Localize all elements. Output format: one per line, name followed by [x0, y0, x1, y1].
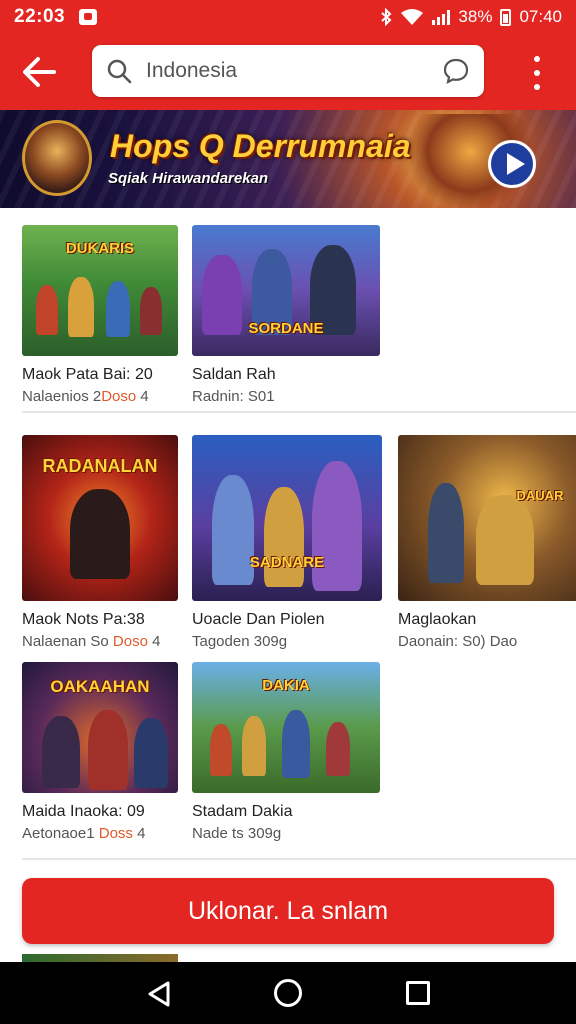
game-logo: SADNARE — [249, 555, 325, 570]
nav-back-icon[interactable] — [146, 980, 172, 1008]
game-logo: SORDANE — [248, 321, 324, 336]
battery-icon — [500, 8, 512, 26]
game-title: Maida Inaoka: 09 — [22, 803, 145, 820]
notification-icon — [79, 9, 98, 25]
game-meta: Radnin: S01 — [192, 388, 275, 405]
game-title: Maok Nots Pa:38 — [22, 611, 145, 628]
game-meta: Daonain: S0) Dao — [398, 633, 518, 650]
search-bar[interactable]: Indonesia — [92, 45, 484, 97]
game-card[interactable]: DUKARIS Maok Pata Bai: 20 Nalaenios 2Dos… — [22, 225, 178, 405]
section-divider — [22, 411, 576, 413]
game-title: Stadam Dakia — [192, 803, 293, 820]
banner-subtitle: Sqiak Hirawandarekan — [108, 170, 269, 187]
game-title: Maok Pata Bai: 20 — [22, 366, 153, 383]
game-card[interactable]: OAKAAHAN Maida Inaoka: 09 Aetonaoe1 Doss… — [22, 662, 178, 842]
arrow-left-icon[interactable] — [20, 54, 58, 90]
nav-recents-icon[interactable] — [406, 981, 430, 1005]
game-thumbnail[interactable]: OAKAAHAN — [22, 662, 178, 793]
game-thumbnail[interactable]: DAKIA — [192, 662, 380, 793]
promo-banner[interactable]: Hops Q Derrumnaia Sqiak Hirawandarekan — [0, 110, 576, 208]
game-thumbnail[interactable]: SADNARE — [192, 435, 382, 601]
primary-action-button[interactable]: Uklonar. La snlam — [22, 878, 554, 944]
bluetooth-icon — [381, 8, 392, 26]
nav-home-icon[interactable] — [274, 979, 302, 1007]
banner-title: Hops Q Derrumnaia — [110, 128, 411, 164]
game-meta: Nalaenios 2Doso 4 — [22, 388, 149, 405]
status-bar: 22:03 38% 07:40 — [0, 0, 576, 34]
game-logo: DAUAR — [516, 489, 564, 502]
game-thumbnail[interactable]: DAUAR — [398, 435, 576, 601]
game-thumbnail[interactable]: RADANALAN — [22, 435, 178, 601]
app-bar: Indonesia — [0, 34, 576, 110]
game-logo: DUKARIS — [65, 241, 135, 256]
banner-character-avatar — [22, 120, 92, 196]
section-divider — [22, 858, 576, 860]
chat-bubble-icon[interactable] — [442, 57, 470, 85]
game-meta: Nalaenan So Doso 4 — [22, 633, 161, 650]
game-card[interactable]: DAKIA Stadam Dakia Nade ts 309g — [192, 662, 380, 842]
status-right: 38% 07:40 — [380, 7, 562, 27]
game-meta: Nade ts 309g — [192, 825, 282, 842]
system-nav-bar — [0, 962, 576, 1024]
game-logo: OAKAAHAN — [50, 678, 150, 695]
game-title: Saldan Rah — [192, 366, 276, 383]
game-logo: RADANALAN — [42, 457, 158, 475]
battery-percent: 38% — [458, 7, 493, 26]
battery-time: 07:40 — [519, 7, 562, 26]
game-meta: Aetonaoe1 Doss 4 — [22, 825, 146, 842]
search-input[interactable]: Indonesia — [146, 59, 442, 83]
game-meta: Tagoden 309g — [192, 633, 288, 650]
game-title: Maglaokan — [398, 611, 477, 628]
play-icon[interactable] — [488, 140, 536, 188]
signal-icon — [432, 9, 451, 25]
next-game-thumbnail-peek — [22, 954, 178, 962]
search-icon[interactable] — [106, 58, 132, 84]
wifi-icon — [401, 9, 424, 25]
status-time: 22:03 — [14, 6, 66, 27]
game-thumbnail[interactable]: DUKARIS — [22, 225, 178, 356]
game-card[interactable]: DAUAR Maglaokan Daonain: S0) Dao — [398, 435, 576, 650]
more-vertical-icon[interactable] — [528, 56, 546, 90]
game-thumbnail[interactable]: SORDANE — [192, 225, 380, 356]
game-title: Uoacle Dan Piolen — [192, 611, 325, 628]
game-card[interactable]: SORDANE Saldan Rah Radnin: S01 — [192, 225, 380, 405]
game-card[interactable]: SADNARE Uoacle Dan Piolen Tagoden 309g — [192, 435, 382, 650]
game-logo: DAKIA — [262, 678, 310, 693]
game-card[interactable]: RADANALAN Maok Nots Pa:38 Nalaenan So Do… — [22, 435, 178, 650]
